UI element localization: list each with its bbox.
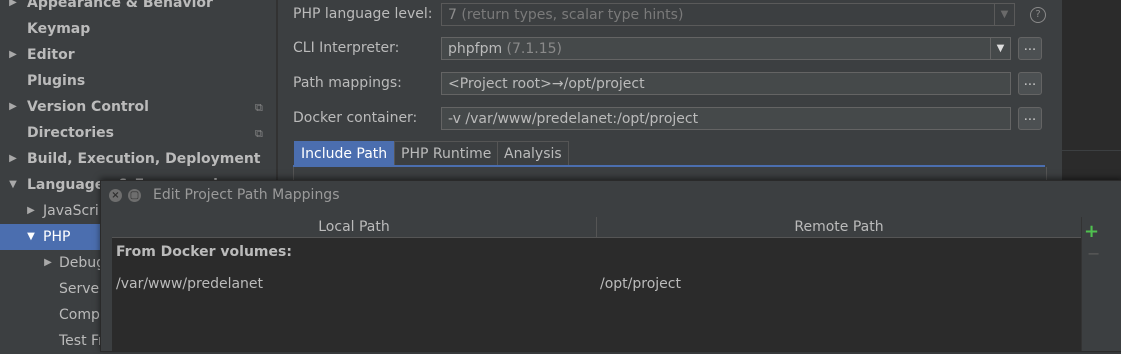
right-panel [1062, 0, 1121, 182]
dialog-titlebar: × ▢ Edit Project Path Mappings [101, 181, 1121, 210]
chevron-down-icon[interactable]: ▼ [990, 38, 1010, 59]
toolbar-separator [1081, 217, 1082, 351]
chevron-right-icon[interactable]: ▶ [43, 250, 53, 276]
close-icon[interactable]: × [109, 189, 122, 202]
sidebar-item-appearance-behavior[interactable]: Appearance & Behavior [27, 0, 213, 16]
chevron-right-icon[interactable]: ▶ [8, 42, 18, 68]
tab-analysis[interactable]: Analysis [497, 141, 569, 166]
chevron-right-icon[interactable]: ▶ [8, 94, 18, 120]
right-panel-divider [1062, 150, 1121, 151]
sidebar-item-build-execution-deployment[interactable]: Build, Execution, Deployment [27, 146, 261, 172]
php-level-select[interactable]: 7 (return types, scalar type hints) ▼ [441, 3, 1015, 26]
column-remote-path[interactable]: Remote Path [597, 217, 1081, 237]
group-label: From Docker volumes: [116, 244, 292, 260]
sidebar-item-keymap[interactable]: Keymap [27, 16, 90, 42]
php-level-label: PHP language level: [293, 6, 433, 22]
sidebar-item-version-control[interactable]: Version Control [27, 94, 149, 120]
tab-include-path[interactable]: Include Path [294, 141, 395, 166]
remove-mapping-button[interactable]: − [1087, 244, 1100, 263]
docker-container-browse-button[interactable]: ... [1018, 107, 1042, 130]
chevron-right-icon[interactable]: ▶ [8, 0, 18, 16]
chevron-down-icon[interactable]: ▼ [26, 224, 36, 250]
docker-container-label: Docker container: [293, 110, 418, 126]
chevron-right-icon[interactable]: ▶ [26, 198, 36, 224]
docker-container-field[interactable]: -v /var/www/predelanet:/opt/project [441, 107, 1011, 130]
cli-interpreter-label: CLI Interpreter: [293, 40, 400, 56]
cli-interpreter-version: (7.1.15) [502, 41, 563, 57]
php-level-hint: (return types, scalar type hints) [456, 7, 684, 23]
project-level-icon: ⧉ [255, 127, 263, 140]
cli-interpreter-select[interactable]: phpfpm (7.1.15) ▼ [441, 37, 1011, 60]
edit-path-mappings-dialog: × ▢ Edit Project Path Mappings Local Pat… [100, 180, 1121, 352]
php-level-value: 7 [448, 7, 457, 23]
cli-interpreter-browse-button[interactable]: ... [1018, 37, 1042, 60]
remote-path-cell[interactable]: /opt/project [600, 276, 681, 292]
path-mappings-field[interactable]: <Project root>→/opt/project [441, 72, 1011, 95]
sidebar-item-editor[interactable]: Editor [27, 42, 75, 68]
sidebar-item-plugins[interactable]: Plugins [27, 68, 85, 94]
sidebar-item-directories[interactable]: Directories [27, 120, 114, 146]
add-mapping-button[interactable]: + [1084, 221, 1099, 242]
path-mappings-browse-button[interactable]: ... [1018, 72, 1042, 95]
cli-interpreter-value: phpfpm [448, 41, 503, 57]
local-path-cell[interactable]: /var/www/predelanet [116, 276, 263, 292]
chevron-down-icon[interactable]: ▼ [8, 172, 18, 198]
table-header: Local Path Remote Path [112, 217, 1081, 238]
chevron-down-icon[interactable]: ▼ [994, 4, 1014, 25]
dialog-title: Edit Project Path Mappings [153, 187, 340, 203]
path-mappings-label: Path mappings: [293, 75, 402, 91]
help-icon[interactable]: ? [1030, 7, 1046, 23]
restore-icon[interactable]: ▢ [128, 189, 141, 202]
sidebar-item-php[interactable]: PHP [43, 224, 70, 250]
path-mappings-table: Local Path Remote Path From Docker volum… [112, 217, 1081, 351]
tab-php-runtime[interactable]: PHP Runtime [394, 141, 499, 166]
sidebar-item-debug[interactable]: Debug [59, 250, 105, 276]
column-local-path[interactable]: Local Path [112, 217, 596, 237]
chevron-right-icon[interactable]: ▶ [8, 146, 18, 172]
project-level-icon: ⧉ [255, 101, 263, 114]
